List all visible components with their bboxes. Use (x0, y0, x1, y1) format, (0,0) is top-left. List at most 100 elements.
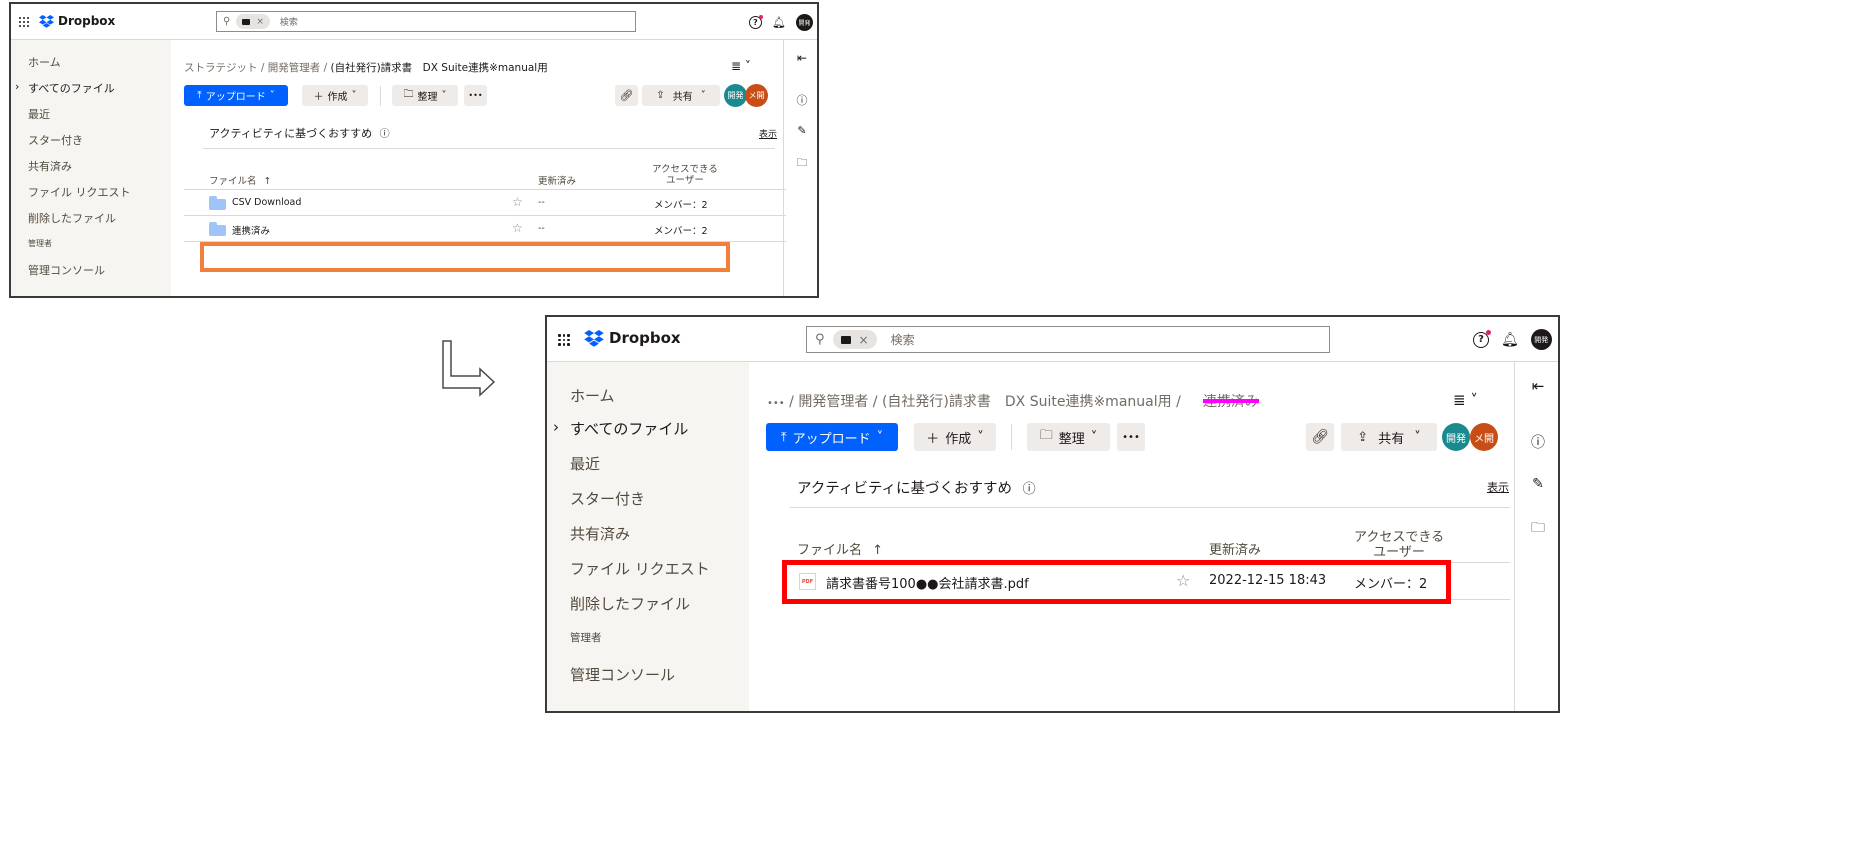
table-row[interactable]: CSV Download ☆ -- メンバー：2 (184, 190, 786, 215)
pin-icon[interactable]: ✎ (784, 124, 817, 137)
file-name[interactable]: 連携済み (232, 223, 270, 237)
sidebar-item-shared[interactable]: 共有済み (28, 158, 72, 174)
show-suggestions-link[interactable]: 表示 (759, 127, 777, 140)
upload-button[interactable]: ⤒ アップロード ˅ (766, 423, 898, 451)
access-value: メンバー：2 (654, 226, 708, 237)
bell-icon[interactable]: 🔔︎ (772, 16, 786, 29)
help-icon[interactable]: ? (1473, 329, 1491, 348)
dropbox-logo[interactable]: Dropbox (584, 329, 681, 347)
sidebar-item-shared[interactable]: 共有済み (570, 523, 630, 544)
sidebar-item-file-requests[interactable]: ファイル リクエスト (28, 184, 131, 200)
column-header-access[interactable]: アクセスできる ユーザー (1354, 530, 1444, 560)
table-row[interactable]: 連携済み ☆ -- メンバー：2 (184, 216, 786, 241)
share-button[interactable]: ⇪ 共有 ˅ (642, 85, 720, 106)
collapse-panel-icon[interactable]: ⇤ (1515, 377, 1558, 395)
breadcrumb-item[interactable]: 開発管理者 (798, 394, 868, 410)
sidebar-item-recent[interactable]: 最近 (28, 106, 50, 122)
breadcrumb-item[interactable]: (自社発行)請求書 DX Suite連携※manual用 (882, 394, 1172, 410)
sidebar-item-starred[interactable]: スター付き (570, 488, 645, 509)
info-icon[interactable]: ⓘ (380, 129, 390, 140)
column-header-name[interactable]: ファイル名 ↑ (797, 539, 883, 558)
breadcrumb-item[interactable]: ストラテジット (184, 62, 258, 74)
sidebar-item-deleted[interactable]: 削除したファイル (28, 210, 116, 226)
copy-link-button[interactable]: 🔗︎ (615, 85, 638, 106)
chip-close-icon[interactable]: × (256, 17, 264, 27)
create-button[interactable]: ＋作成 ˅ (302, 85, 368, 106)
sidebar-item-admin-console[interactable]: 管理コンソール (28, 262, 105, 278)
dropbox-logo[interactable]: Dropbox (39, 14, 115, 28)
file-name[interactable]: CSV Download (232, 197, 301, 208)
upload-icon: ⤒ (780, 429, 787, 445)
upload-button[interactable]: ⤒ アップロード ˅ (184, 85, 288, 106)
app-grid-icon[interactable] (558, 334, 570, 346)
folder-icon (209, 222, 226, 236)
sort-arrow-icon: ↑ (872, 543, 884, 558)
organize-icon: 🗀︎ (403, 89, 414, 100)
column-header-modified[interactable]: 更新済み (1209, 539, 1261, 558)
sidebar-item-all-files[interactable]: すべてのファイル (28, 80, 115, 96)
organize-button[interactable]: 🗀︎ 整理 ˅ (1027, 423, 1110, 451)
transition-arrow-icon (442, 340, 496, 397)
column-header-name[interactable]: ファイル名 ↑ (209, 173, 272, 187)
info-icon[interactable]: ⓘ (1023, 482, 1036, 497)
sidebar-item-home[interactable]: ホーム (28, 54, 61, 70)
info-icon[interactable]: ⓘ (1515, 432, 1558, 452)
sidebar-item-all-files[interactable]: すべてのファイル (570, 418, 688, 439)
sidebar-item-home[interactable]: ホーム (570, 385, 615, 406)
copy-link-button[interactable]: 🔗︎ (1306, 423, 1334, 451)
organize-button[interactable]: 🗀︎ 整理 ˅ (392, 85, 458, 106)
more-button[interactable]: ••• (1117, 423, 1145, 451)
sidebar-item-deleted[interactable]: 削除したファイル (570, 593, 690, 614)
show-suggestions-link[interactable]: 表示 (1487, 479, 1509, 495)
info-icon[interactable]: ⓘ (784, 92, 817, 108)
breadcrumb: ストラテジット / 開発管理者 / (自社発行)請求書 DX Suite連携※m… (184, 62, 548, 74)
link-icon: 🔗︎ (1311, 429, 1329, 445)
more-button[interactable]: ••• (464, 85, 487, 106)
expand-chevron-icon[interactable]: › (15, 80, 19, 93)
top-right-controls: ? 🔔︎ 開発 (1473, 329, 1552, 350)
sidebar-item-file-requests[interactable]: ファイル リクエスト (570, 558, 710, 579)
account-avatar[interactable]: 開発 (1530, 329, 1552, 350)
main-content: ••• / 開発管理者 / (自社発行)請求書 DX Suite連携※manua… (749, 362, 1512, 711)
expand-chevron-icon[interactable]: › (553, 418, 559, 436)
view-options-icon[interactable]: ≣ ˅ (731, 59, 751, 73)
account-avatar[interactable]: 開発 (795, 14, 813, 31)
folder-filter-chip[interactable]: × (832, 330, 877, 349)
member-avatar[interactable]: メ開 (1470, 423, 1498, 451)
collapse-panel-icon[interactable]: ⇤ (784, 51, 817, 65)
folder-filter-chip[interactable]: × (236, 14, 270, 29)
dropbox-window-before: Dropbox ⚲ × 検索 ? 🔔︎ 開発 ホーム › すべてのファイル 最近… (9, 2, 819, 298)
breadcrumb-current: (自社発行)請求書 DX Suite連携※manual用 (330, 62, 548, 74)
column-header-modified[interactable]: 更新済み (538, 173, 576, 187)
dropbox-window-after: Dropbox ⚲ × 検索 ? 🔔︎ 開発 ホーム › すべてのファイル 最近… (545, 315, 1560, 713)
chevron-down-icon: ˅ (876, 429, 884, 445)
folder-activity-icon[interactable]: 🗀︎ (784, 154, 817, 173)
pin-icon[interactable]: ✎ (1515, 476, 1558, 492)
share-button[interactable]: ⇪ 共有 ˅ (1341, 423, 1437, 451)
member-avatar[interactable]: メ開 (745, 84, 768, 107)
star-icon[interactable]: ☆ (512, 195, 523, 209)
member-avatar[interactable]: 開発 (724, 84, 747, 107)
member-avatar[interactable]: 開発 (1442, 423, 1470, 451)
view-options-icon[interactable]: ≣ ˅ (1453, 391, 1478, 409)
search-bar[interactable]: ⚲ × 検索 (216, 11, 636, 32)
star-icon[interactable]: ☆ (512, 221, 523, 235)
sidebar-item-starred[interactable]: スター付き (28, 132, 83, 148)
folder-activity-icon[interactable]: 🗀︎ (1515, 517, 1558, 541)
column-header-access[interactable]: アクセスできる ユーザー (652, 164, 718, 186)
notification-dot (1486, 329, 1491, 335)
chevron-down-icon: ˅ (441, 90, 447, 101)
app-grid-icon[interactable] (19, 17, 29, 27)
create-button[interactable]: ＋作成 ˅ (914, 423, 996, 451)
breadcrumb-ellipsis[interactable]: ••• (767, 398, 785, 409)
top-right-controls: ? 🔔︎ 開発 (749, 14, 813, 31)
sidebar-item-admin-console[interactable]: 管理コンソール (570, 664, 675, 685)
brand-name: Dropbox (609, 329, 681, 347)
help-icon[interactable]: ? (749, 15, 763, 29)
chip-close-icon[interactable]: × (859, 333, 869, 347)
sidebar-item-recent[interactable]: 最近 (570, 453, 600, 474)
search-bar[interactable]: ⚲ × 検索 (806, 326, 1330, 353)
bell-icon[interactable]: 🔔︎ (1501, 332, 1519, 348)
breadcrumb-item[interactable]: 開発管理者 (268, 62, 321, 74)
search-icon: ⚲ (223, 16, 231, 27)
